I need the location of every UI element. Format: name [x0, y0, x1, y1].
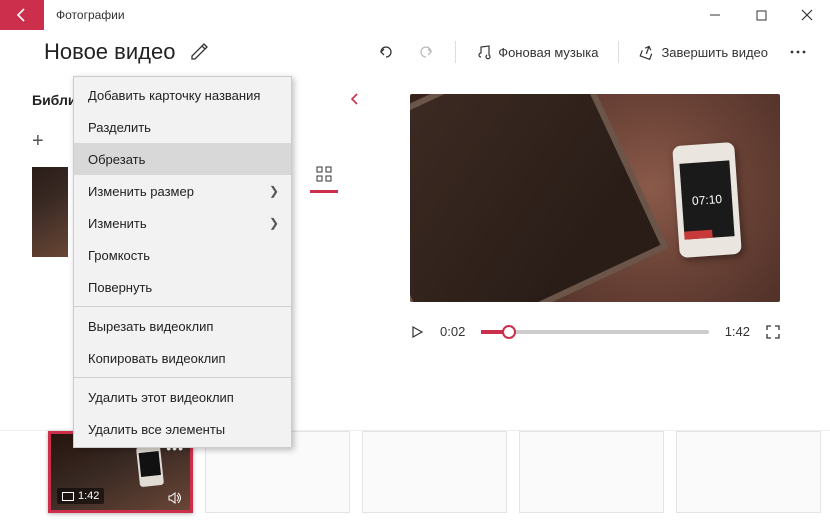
undo-button[interactable]	[371, 39, 401, 65]
video-preview[interactable]: 07:10	[410, 94, 780, 302]
speaker-icon	[168, 492, 182, 504]
toolbar-divider	[618, 41, 619, 63]
close-icon	[801, 9, 813, 21]
close-button[interactable]	[784, 0, 830, 30]
redo-button[interactable]	[411, 39, 441, 65]
preview-content-phone: 07:10	[672, 142, 742, 258]
maximize-icon	[756, 10, 767, 21]
finish-video-button[interactable]: Завершить видео	[633, 40, 774, 64]
scrubber-handle[interactable]	[502, 325, 516, 339]
minimize-button[interactable]	[692, 0, 738, 30]
preview-content	[410, 94, 669, 302]
play-icon	[410, 325, 424, 339]
menu-edit[interactable]: Изменить ❯	[74, 207, 291, 239]
fullscreen-button[interactable]	[766, 325, 780, 339]
clip-duration-badge: 1:42	[57, 488, 104, 504]
back-button[interactable]	[0, 0, 44, 30]
export-icon	[639, 44, 655, 60]
storyboard-empty-slot[interactable]	[362, 431, 507, 513]
context-menu: Добавить карточку названия Разделить Обр…	[73, 76, 292, 448]
background-music-button[interactable]: Фоновая музыка	[470, 40, 604, 64]
collapse-panel-button[interactable]	[348, 92, 362, 106]
more-icon	[790, 50, 806, 54]
menu-item-label: Обрезать	[88, 152, 145, 167]
preview-panel: 07:10 0:02 1:42	[370, 74, 830, 430]
total-time: 1:42	[725, 324, 750, 339]
clip-duration-text: 1:42	[78, 490, 99, 502]
menu-add-title-card[interactable]: Добавить карточку названия	[74, 79, 291, 111]
toolbar-divider	[455, 41, 456, 63]
current-time: 0:02	[440, 324, 465, 339]
menu-split[interactable]: Разделить	[74, 111, 291, 143]
menu-item-label: Разделить	[88, 120, 151, 135]
redo-icon	[417, 43, 435, 61]
menu-separator	[74, 377, 291, 378]
clip-thumb-content	[136, 445, 164, 487]
menu-item-label: Изменить размер	[88, 184, 194, 199]
menu-volume[interactable]: Громкость	[74, 239, 291, 271]
player-controls: 0:02 1:42	[410, 324, 780, 339]
menu-item-label: Изменить	[88, 216, 147, 231]
maximize-button[interactable]	[738, 0, 784, 30]
app-title: Фотографии	[56, 8, 125, 22]
storyboard-empty-slot[interactable]	[676, 431, 821, 513]
library-thumbnail[interactable]	[32, 167, 68, 257]
menu-copy-clip[interactable]: Копировать видеоклип	[74, 342, 291, 374]
menu-separator	[74, 306, 291, 307]
menu-item-label: Повернуть	[88, 280, 152, 295]
chevron-left-icon	[348, 92, 362, 106]
aspect-icon	[62, 492, 74, 501]
menu-item-label: Удалить этот видеоклип	[88, 390, 234, 405]
clip-sound-button[interactable]	[168, 492, 182, 504]
background-music-label: Фоновая музыка	[498, 45, 598, 60]
project-title: Новое видео	[44, 39, 175, 65]
view-mode-toggle[interactable]	[310, 160, 338, 193]
menu-item-label: Копировать видеоклип	[88, 351, 226, 366]
grid-icon	[316, 166, 332, 182]
more-options-button[interactable]	[784, 46, 812, 58]
menu-item-label: Удалить все элементы	[88, 422, 225, 437]
undo-icon	[377, 43, 395, 61]
edit-title-button[interactable]	[189, 42, 209, 62]
chevron-right-icon: ❯	[269, 216, 279, 230]
menu-delete-clip[interactable]: Удалить этот видеоклип	[74, 381, 291, 413]
menu-rotate[interactable]: Повернуть	[74, 271, 291, 303]
titlebar: Фотографии	[0, 0, 830, 30]
menu-delete-all[interactable]: Удалить все элементы	[74, 413, 291, 445]
scrubber[interactable]	[481, 330, 708, 334]
finish-video-label: Завершить видео	[661, 45, 768, 60]
plus-icon: +	[32, 130, 44, 152]
menu-item-label: Вырезать видеоклип	[88, 319, 213, 334]
phone-time: 07:10	[692, 192, 723, 208]
play-button[interactable]	[410, 325, 424, 339]
window-controls	[692, 0, 830, 30]
view-mode-indicator	[310, 190, 338, 193]
menu-trim[interactable]: Обрезать	[74, 143, 291, 175]
menu-item-label: Громкость	[88, 248, 150, 263]
chevron-right-icon: ❯	[269, 184, 279, 198]
pencil-icon	[189, 42, 209, 62]
arrow-left-icon	[14, 7, 30, 23]
menu-resize[interactable]: Изменить размер ❯	[74, 175, 291, 207]
fullscreen-icon	[766, 325, 780, 339]
menu-cut-clip[interactable]: Вырезать видеоклип	[74, 310, 291, 342]
music-icon	[476, 44, 492, 60]
storyboard-empty-slot[interactable]	[519, 431, 664, 513]
minimize-icon	[709, 9, 721, 21]
menu-item-label: Добавить карточку названия	[88, 88, 260, 103]
toolbar: Новое видео Фоновая музыка Завершить вид…	[0, 30, 830, 74]
